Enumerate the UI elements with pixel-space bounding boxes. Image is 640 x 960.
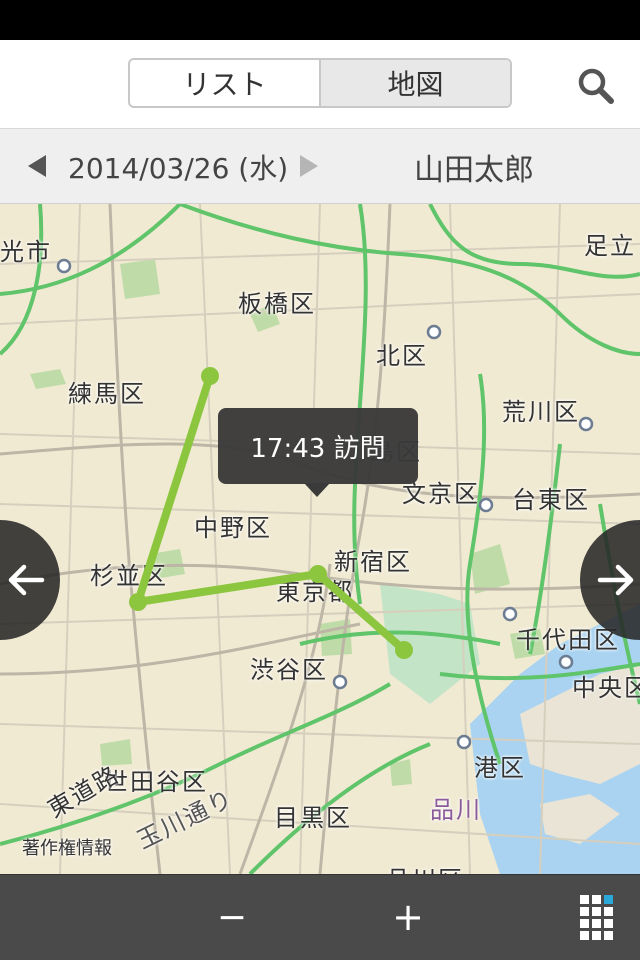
search-icon[interactable] — [574, 64, 618, 108]
tab-list[interactable]: リスト — [130, 60, 319, 106]
arrow-right-icon — [597, 564, 634, 596]
zoom-out-button[interactable]: − — [212, 889, 252, 945]
header: リスト 地図 — [0, 40, 640, 128]
status-bar — [0, 0, 640, 40]
date-bar: 2014/03/26 (水) 山田太郎 — [0, 128, 640, 204]
tooltip-tail — [304, 483, 330, 497]
triangle-left-icon[interactable] — [28, 155, 46, 177]
date-label: 2014/03/26 (水) — [68, 152, 289, 185]
visit-marker[interactable] — [129, 593, 147, 611]
map-view[interactable]: 光市 板橋区 足立 北区 練馬区 荒川区 島区 文京区 台東区 中野区 杉並区 … — [0, 204, 640, 874]
zoom-in-button[interactable]: + — [386, 889, 430, 945]
visit-tooltip[interactable]: 17:43 訪問 — [218, 408, 418, 484]
user-name: 山田太郎 — [414, 153, 534, 188]
visit-marker[interactable] — [309, 565, 327, 583]
app: リスト 地図 2014/03/26 (水) 山田太郎 光市 板橋区 足立 北区 … — [0, 40, 640, 960]
bottom-toolbar: − + — [0, 874, 640, 960]
visit-route — [129, 367, 413, 659]
visit-marker[interactable] — [201, 367, 219, 385]
grid-menu-icon[interactable] — [580, 895, 614, 941]
view-toggle: リスト 地図 — [128, 58, 512, 108]
arrow-left-icon — [8, 564, 45, 596]
visit-marker[interactable] — [395, 641, 413, 659]
tab-map[interactable]: 地図 — [319, 60, 510, 106]
triangle-right-icon[interactable] — [300, 155, 318, 177]
